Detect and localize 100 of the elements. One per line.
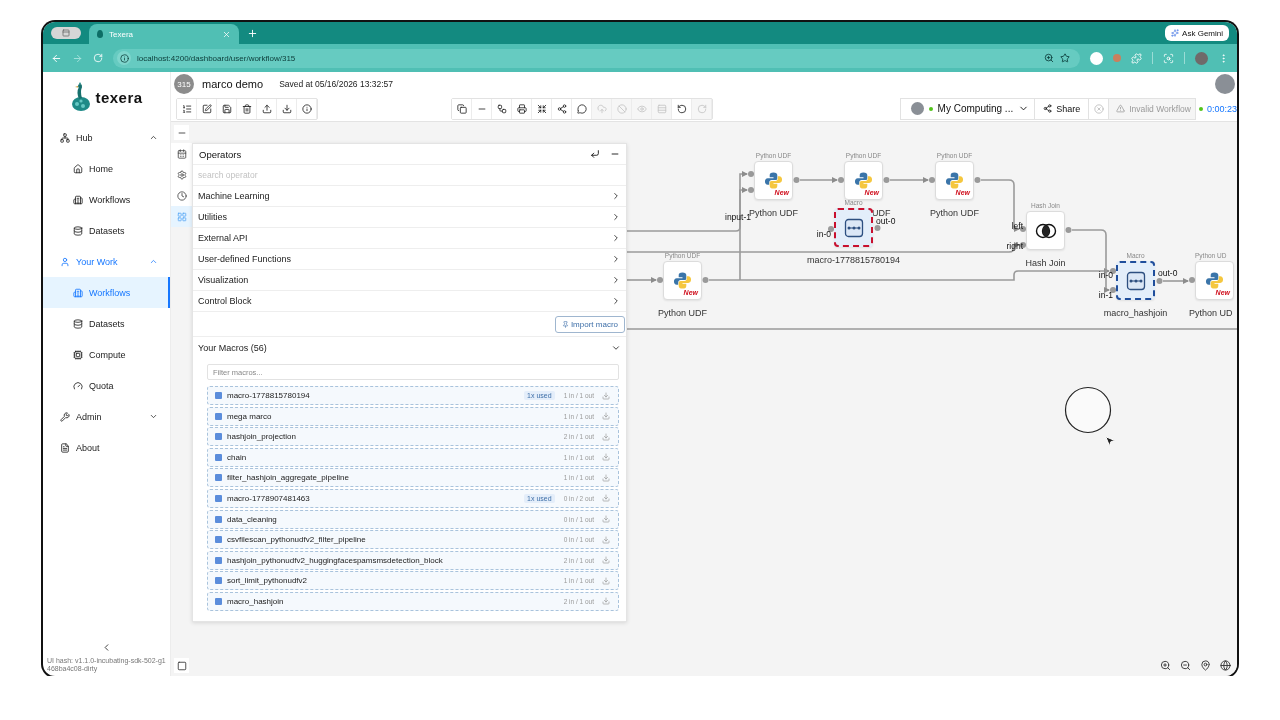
status-dot: [1198, 106, 1203, 111]
download-icon[interactable]: [602, 432, 610, 441]
computing-unit-select[interactable]: My Computing ...: [899, 97, 1036, 120]
nav-item[interactable]: Home: [43, 153, 170, 184]
port-dot[interactable]: [929, 177, 935, 183]
nav-item[interactable]: Workflows: [43, 277, 170, 308]
node-name[interactable]: Python UD: [1189, 308, 1233, 318]
macro-square-icon: [215, 433, 222, 441]
category-item[interactable]: Control Block: [193, 291, 626, 312]
node-name[interactable]: Python UDF: [930, 208, 979, 218]
nav-icon: [60, 442, 70, 453]
nav-item[interactable]: About: [43, 432, 170, 463]
extension-icon[interactable]: [1090, 51, 1103, 65]
hash-join-node[interactable]: [1026, 211, 1065, 250]
nav-item[interactable]: Compute: [43, 339, 170, 370]
macro-square-icon: [215, 392, 222, 399]
share-button[interactable]: Share: [1035, 97, 1090, 120]
forward-icon[interactable]: [72, 52, 83, 64]
node-name[interactable]: macro_hashjoin: [1103, 308, 1168, 318]
download-icon[interactable]: [602, 494, 610, 503]
close-circle-icon: [1093, 103, 1104, 114]
download-icon[interactable]: [602, 391, 610, 400]
node-name[interactable]: UDF: [872, 208, 891, 218]
nav-item[interactable]: Quota: [43, 370, 170, 401]
user-avatar[interactable]: [1215, 74, 1235, 94]
join-icon: [1034, 222, 1057, 239]
bookmark-icon[interactable]: [1060, 53, 1070, 63]
nav-item[interactable]: Workflows: [43, 184, 170, 215]
macro-node[interactable]: [834, 208, 873, 247]
port-dot[interactable]: [1110, 287, 1116, 293]
cancel-button[interactable]: [1089, 97, 1110, 120]
link-line[interactable]: [889, 177, 929, 183]
port-dot[interactable]: [1156, 278, 1163, 284]
download-icon[interactable]: [602, 556, 610, 565]
port-dot[interactable]: [1189, 277, 1195, 283]
download-icon[interactable]: [602, 535, 610, 544]
reload-icon[interactable]: [93, 53, 103, 63]
python-icon: [945, 171, 964, 190]
dock-icon[interactable]: [590, 149, 600, 159]
toggle-button[interactable]: [174, 658, 189, 673]
close-icon[interactable]: [222, 29, 231, 39]
copy-icon: [456, 103, 467, 114]
link-line[interactable]: [626, 277, 657, 283]
gemini-button[interactable]: Ask Gemini: [1165, 25, 1229, 41]
category-item[interactable]: Machine Learning: [193, 186, 626, 207]
port-dot[interactable]: [828, 226, 834, 232]
lens-icon[interactable]: [1163, 52, 1174, 64]
port-dot[interactable]: [748, 187, 754, 193]
info-icon: [119, 53, 129, 63]
new-tab-icon[interactable]: [247, 28, 258, 39]
port-label: out-0: [1158, 268, 1178, 278]
node-name[interactable]: Python UDF: [658, 308, 707, 318]
back-icon[interactable]: [51, 52, 62, 64]
copy-button[interactable]: [452, 98, 472, 119]
port-dot[interactable]: [883, 177, 890, 183]
download-icon[interactable]: [602, 597, 610, 606]
nav-item[interactable]: Datasets: [43, 215, 170, 246]
port-dot[interactable]: [793, 177, 800, 183]
port-dot[interactable]: [748, 171, 754, 177]
port-dot[interactable]: [838, 177, 844, 183]
extensions-icon[interactable]: [1131, 52, 1142, 64]
download-icon[interactable]: [602, 576, 610, 585]
category-item[interactable]: Utilities: [193, 207, 626, 228]
site-info-button[interactable]: [117, 51, 131, 65]
nav-item[interactable]: Hub: [43, 122, 170, 153]
import-macro-button[interactable]: Import macro: [554, 316, 625, 333]
extension-icon[interactable]: [1113, 54, 1121, 62]
macro-node[interactable]: [1116, 261, 1155, 300]
port-dot[interactable]: [874, 225, 881, 231]
node-name[interactable]: macro-1778815780194: [806, 255, 901, 265]
port-dot[interactable]: [974, 177, 981, 183]
workflow-name[interactable]: marco demo: [202, 78, 264, 90]
collapse-panel-button[interactable]: [174, 125, 189, 140]
list-button[interactable]: [177, 98, 197, 119]
zoom-in-icon: [1159, 659, 1171, 671]
category-item[interactable]: Visualization: [193, 270, 626, 291]
nav-item[interactable]: Your Work: [43, 246, 170, 277]
globe-button[interactable]: [1217, 657, 1233, 673]
download-icon[interactable]: [602, 515, 610, 524]
nav-item[interactable]: Admin: [43, 401, 170, 432]
url-field[interactable]: localhost:4200/dashboard/user/workflow/315: [113, 48, 1080, 68]
link-line[interactable]: [799, 177, 838, 183]
zoom-icon[interactable]: [1044, 53, 1054, 63]
nav-item[interactable]: Datasets: [43, 308, 170, 339]
profile-avatar[interactable]: [1195, 51, 1208, 65]
category-item[interactable]: External API: [193, 228, 626, 249]
node-name[interactable]: Hash Join: [1025, 258, 1066, 268]
download-icon[interactable]: [602, 473, 610, 482]
link-line[interactable]: [1162, 278, 1189, 284]
tab-search-button[interactable]: [51, 27, 81, 39]
operators-tab[interactable]: [171, 206, 192, 227]
ban-icon: [616, 103, 627, 114]
port-dot[interactable]: [1065, 227, 1072, 233]
port-dot[interactable]: [657, 277, 663, 283]
download-icon[interactable]: [602, 412, 610, 421]
category-item[interactable]: User-defined Functions: [193, 249, 626, 270]
node-name[interactable]: Python UDF: [749, 208, 798, 218]
port-dot[interactable]: [702, 277, 709, 283]
download-icon[interactable]: [602, 453, 610, 462]
macros-header[interactable]: Your Macros (56): [193, 337, 626, 359]
